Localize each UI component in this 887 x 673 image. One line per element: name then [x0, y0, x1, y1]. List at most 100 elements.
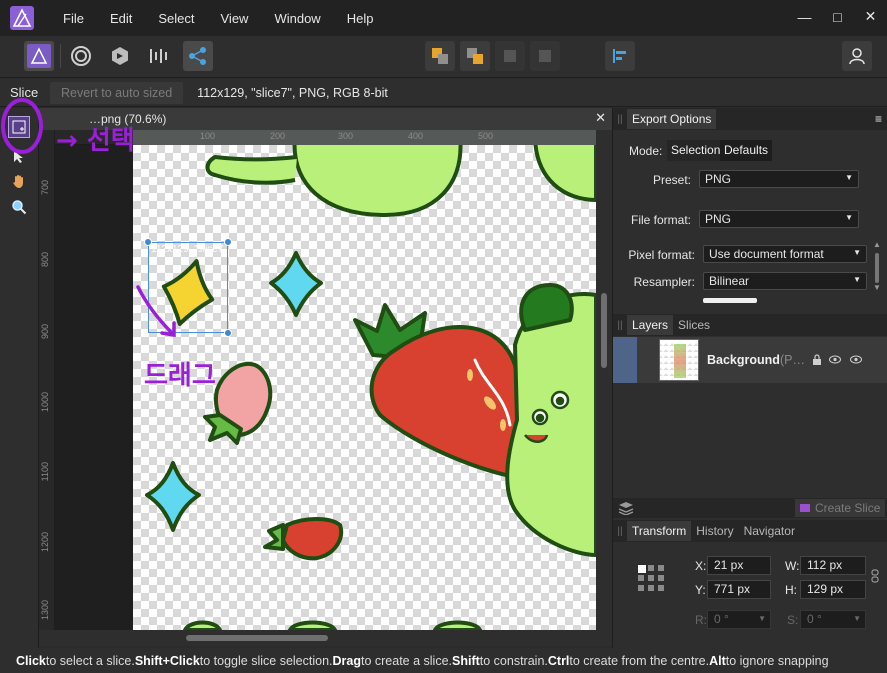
- horizontal-ruler: px 100 200 300 400 500: [41, 130, 596, 145]
- align-button[interactable]: [605, 41, 635, 71]
- tab-history[interactable]: History: [691, 521, 738, 541]
- visibility-eye-icon[interactable]: [829, 355, 841, 364]
- ruler-h-label: 100: [200, 131, 216, 141]
- ruler-v-label: 1000: [40, 392, 50, 413]
- mode-defaults-button[interactable]: Defaults: [720, 140, 773, 161]
- panel-grip[interactable]: ||: [613, 320, 627, 331]
- layer-row-background[interactable]: Background (P…: [613, 337, 887, 383]
- right-panel: || Export Options ≡ Mode: Selection Defa…: [612, 108, 887, 648]
- arrange-forward-button[interactable]: [495, 41, 525, 71]
- ruler-v-label: 1300: [40, 600, 50, 621]
- pixel-format-dropdown[interactable]: Use document format ▼: [703, 245, 867, 263]
- pixel-format-value: Use document format: [709, 247, 824, 261]
- arrange-front-button[interactable]: [460, 41, 490, 71]
- affinity-designer-logo: [10, 6, 34, 30]
- layers-tabs: || Layers Slices: [613, 314, 887, 336]
- y-field[interactable]: 771 px: [707, 580, 771, 599]
- pixel-format-label: Pixel format:: [628, 248, 695, 262]
- window-controls: — □ ✕: [788, 0, 887, 36]
- status-text: to constrain.: [479, 653, 548, 668]
- scroll-up-icon[interactable]: ▲: [873, 240, 881, 249]
- link-icon[interactable]: [871, 569, 879, 583]
- zoom-tool[interactable]: [8, 196, 30, 218]
- designer-persona-button[interactable]: [24, 41, 54, 71]
- pixel-persona-icon: [71, 46, 91, 66]
- layer-name: Background: [707, 353, 780, 367]
- shear-field[interactable]: 0 ° ▼: [800, 610, 866, 629]
- mode-selection-button[interactable]: Selection: [667, 140, 725, 161]
- tab-export-options[interactable]: Export Options: [627, 109, 717, 129]
- pixel-persona-button[interactable]: [66, 41, 96, 71]
- layer-thumbnail: [659, 339, 699, 381]
- status-key: Click: [16, 653, 46, 668]
- view-tool[interactable]: [8, 170, 30, 192]
- close-document-button[interactable]: ✕: [595, 110, 606, 126]
- minimize-button[interactable]: —: [788, 0, 821, 33]
- height-field[interactable]: 129 px: [800, 580, 866, 599]
- canvas[interactable]: [55, 145, 596, 630]
- tab-layers[interactable]: Layers: [627, 315, 674, 335]
- resampler-dropdown[interactable]: Bilinear ▼: [703, 272, 867, 290]
- anchor-point-grid[interactable]: [637, 564, 667, 594]
- arrange-backward-button[interactable]: [530, 41, 560, 71]
- export-persona-button[interactable]: [105, 41, 135, 71]
- annotation-select-note: → 선택: [56, 126, 135, 156]
- scroll-down-icon[interactable]: ▼: [873, 283, 881, 292]
- slice-handle-top-left[interactable]: [144, 238, 152, 246]
- preset-value: PNG: [705, 172, 732, 186]
- create-slice-button[interactable]: Create Slice: [795, 499, 885, 517]
- lock-icon[interactable]: [812, 354, 822, 366]
- share-button[interactable]: [183, 41, 213, 71]
- export-options-scrollbar[interactable]: ▲ ▼: [873, 240, 881, 300]
- resampler-value: Bilinear: [709, 274, 750, 288]
- maximize-button[interactable]: □: [821, 0, 854, 33]
- arrange-forward-icon: [504, 50, 516, 62]
- scrollbar-thumb[interactable]: [601, 293, 607, 368]
- rotation-field[interactable]: 0 ° ▼: [707, 610, 771, 629]
- chevron-down-icon: ▼: [853, 614, 861, 623]
- vertical-scrollbar[interactable]: [596, 130, 612, 630]
- x-field[interactable]: 21 px: [707, 556, 771, 575]
- align-left-icon: [613, 49, 626, 63]
- sync-button[interactable]: [144, 41, 174, 71]
- menu-bar: File Edit Select View Window Help — □ ✕: [0, 0, 887, 36]
- preset-dropdown[interactable]: PNG ▼: [699, 170, 859, 188]
- export-persona-icon: [112, 47, 128, 65]
- width-field[interactable]: 112 px: [800, 556, 866, 575]
- tab-slices[interactable]: Slices: [673, 315, 715, 335]
- slice-handle-top-right[interactable]: [224, 238, 232, 246]
- layers-stack-icon[interactable]: [618, 501, 634, 515]
- menu-view[interactable]: View: [208, 11, 262, 26]
- horizontal-scrollbar[interactable]: [39, 630, 612, 646]
- arrange-back-button[interactable]: [425, 41, 455, 71]
- panel-grip[interactable]: ||: [613, 526, 627, 537]
- mode-label: Mode:: [629, 144, 663, 158]
- file-format-dropdown[interactable]: PNG ▼: [699, 210, 859, 228]
- account-button[interactable]: [842, 41, 872, 71]
- context-toolbar: Slice Revert to auto sized 112x129, "sli…: [0, 79, 887, 107]
- status-key: Ctrl: [547, 653, 570, 668]
- tab-navigator[interactable]: Navigator: [739, 521, 800, 541]
- ruler-v-label: 900: [40, 324, 50, 340]
- chevron-down-icon: ▼: [853, 248, 861, 257]
- tab-transform[interactable]: Transform: [627, 521, 692, 541]
- menu-file[interactable]: File: [50, 11, 97, 26]
- panel-menu-button[interactable]: ≡: [875, 112, 882, 126]
- ruler-h-label: 400: [408, 131, 424, 141]
- menu-window[interactable]: Window: [261, 11, 333, 26]
- quality-slider[interactable]: [703, 298, 757, 303]
- scrollbar-thumb[interactable]: [875, 253, 879, 283]
- menu-help[interactable]: Help: [334, 11, 387, 26]
- revert-to-auto-sized-button[interactable]: Revert to auto sized: [50, 81, 184, 104]
- slice-handle-bottom-right[interactable]: [224, 329, 232, 337]
- visibility-eye-icon[interactable]: [850, 355, 862, 364]
- h-label: H:: [785, 583, 797, 597]
- close-window-button[interactable]: ✕: [854, 0, 887, 33]
- scrollbar-thumb[interactable]: [186, 635, 328, 641]
- menu-edit[interactable]: Edit: [97, 11, 145, 26]
- w-label: W:: [785, 559, 800, 573]
- status-text: to create a slice.: [360, 653, 452, 668]
- panel-grip[interactable]: ||: [613, 114, 627, 125]
- menu-select[interactable]: Select: [145, 11, 207, 26]
- ruler-h-label: 200: [270, 131, 286, 141]
